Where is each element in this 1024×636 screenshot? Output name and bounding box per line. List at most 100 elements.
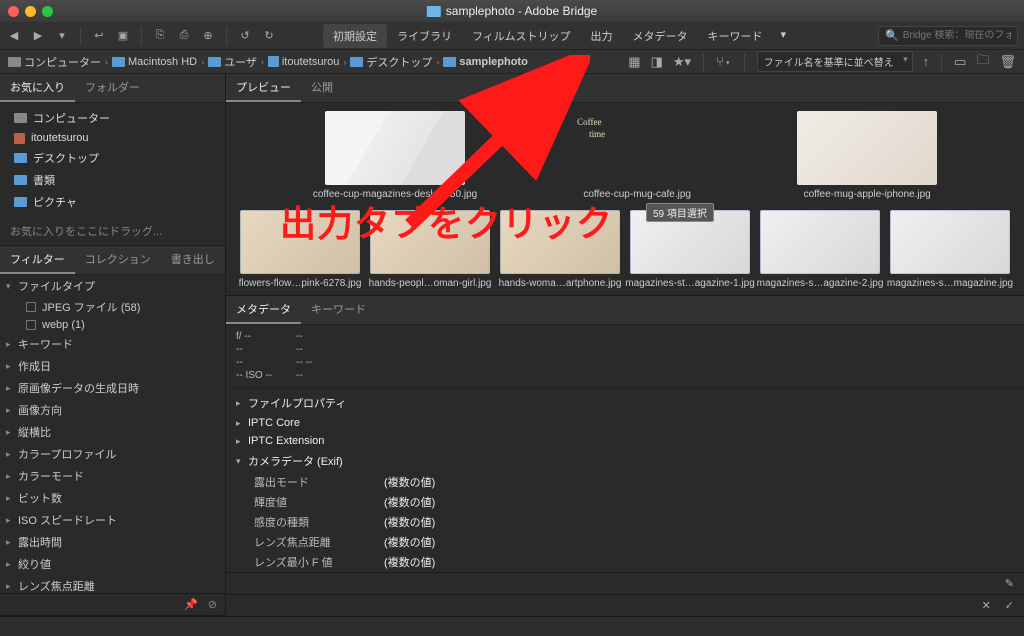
pin-icon[interactable]: 📌 xyxy=(184,598,198,611)
close-window[interactable] xyxy=(8,6,19,17)
folder-icon xyxy=(208,57,221,67)
filter-child-0-1[interactable]: webp (1) xyxy=(0,317,225,333)
search-field[interactable]: 🔍 xyxy=(878,26,1018,46)
output-icon[interactable]: ⎙ xyxy=(176,28,192,44)
thumbnail[interactable]: hands-woma…artphone.jpg xyxy=(498,210,622,289)
metadata-group-2[interactable]: ▸IPTC Extension xyxy=(226,432,1024,450)
thumbnail[interactable]: Coffeetimecoffee-cup-mug-cafe.jpg xyxy=(567,111,707,200)
zoom-window[interactable] xyxy=(42,6,53,17)
new-folder-icon[interactable]: 🗀 xyxy=(976,51,989,73)
close-icon[interactable]: ✕ xyxy=(982,599,991,612)
workspace-tab-0[interactable]: 初期設定 xyxy=(323,24,387,48)
rotate-ccw-icon[interactable]: ↺ xyxy=(237,28,253,44)
workspace-tab-5[interactable]: キーワード xyxy=(698,24,773,48)
filter-group-7[interactable]: ▸カラーモード xyxy=(0,465,225,487)
breadcrumb-seg-0[interactable]: コンピューター xyxy=(8,54,101,70)
breadcrumb-seg-3[interactable]: itoutetsurou xyxy=(268,56,339,68)
status-bar xyxy=(0,616,1024,636)
minimize-window[interactable] xyxy=(25,6,36,17)
metadata-row: レンズ最小 F 値(複数の値) xyxy=(226,552,1024,572)
thumbnail[interactable]: flowers-flow…pink-6278.jpg xyxy=(238,210,362,289)
breadcrumb-seg-2[interactable]: ユーザ xyxy=(208,54,257,70)
thumbnail[interactable]: coffee-cup-magazines-desk-6350.jpg xyxy=(313,111,477,200)
thumbnail-grid[interactable]: coffee-cup-magazines-desk-6350.jpg Coffee… xyxy=(226,103,1024,295)
thumbnail-name: coffee-mug-apple-iphone.jpg xyxy=(804,189,931,200)
filter-group-0[interactable]: ▾ファイルタイプ xyxy=(0,275,225,297)
filter-tab-2[interactable]: 書き出し xyxy=(161,246,225,274)
favorites-item-label: 書類 xyxy=(33,172,55,188)
metadata-group-0[interactable]: ▸ファイルプロパティ xyxy=(226,392,1024,414)
workspace-more-icon[interactable]: ▾ xyxy=(773,24,795,48)
breadcrumb-seg-5[interactable]: samplephoto xyxy=(443,56,527,68)
trash-icon[interactable]: 🗑 xyxy=(999,54,1016,70)
filter-group-5[interactable]: ▸縦横比 xyxy=(0,421,225,443)
favorites-item-3[interactable]: 書類 xyxy=(0,169,225,191)
metadata-tab-0[interactable]: メタデータ xyxy=(226,296,301,324)
filter-group-label: 絞り値 xyxy=(18,556,51,572)
breadcrumb-seg-1[interactable]: Macintosh HD xyxy=(112,56,197,68)
rating-filter-icon[interactable]: ★▾ xyxy=(673,54,691,70)
globe-icon[interactable]: ⊕ xyxy=(200,28,216,44)
filter-group-11[interactable]: ▸絞り値 xyxy=(0,553,225,575)
favorites-item-0[interactable]: コンピューター xyxy=(0,107,225,129)
filter-group-1[interactable]: ▸キーワード xyxy=(0,333,225,355)
nav-forward-icon[interactable]: ▶ xyxy=(30,28,46,44)
thumbnail-size-icon[interactable]: ◨ xyxy=(651,54,663,70)
filter-child-0-0[interactable]: JPEG ファイル (58) xyxy=(0,297,225,317)
filter-tab-1[interactable]: コレクション xyxy=(75,246,161,274)
filter-group-8[interactable]: ▸ビット数 xyxy=(0,487,225,509)
metadata-group-label: カメラデータ (Exif) xyxy=(248,453,343,469)
thumbnail[interactable]: hands-peopl…oman-girl.jpg xyxy=(368,210,492,289)
metadata-tab-1[interactable]: キーワード xyxy=(301,296,376,324)
edit-icon[interactable]: ✎ xyxy=(1005,577,1014,590)
favorites-item-1[interactable]: itoutetsurou xyxy=(0,129,225,147)
funnel-icon[interactable]: ⑂▾ xyxy=(716,54,732,69)
workspace-tab-4[interactable]: メタデータ xyxy=(623,24,698,48)
filter-group-9[interactable]: ▸ISO スピードレート xyxy=(0,509,225,531)
breadcrumb-label: itoutetsurou xyxy=(282,56,339,68)
thumbnail[interactable]: magazines-s…agazine-2.jpg xyxy=(758,210,882,289)
content-tab-1[interactable]: 公開 xyxy=(301,74,343,102)
workspace-tab-3[interactable]: 出力 xyxy=(581,24,623,48)
filter-group-4[interactable]: ▸画像方向 xyxy=(0,399,225,421)
thumbnail-name: magazines-st…agazine-1.jpg xyxy=(625,278,755,289)
metadata-group-1[interactable]: ▸IPTC Core xyxy=(226,414,1024,432)
apply-icon[interactable]: ✓ xyxy=(1005,599,1014,612)
breadcrumb-label: samplephoto xyxy=(459,56,527,68)
filter-group-6[interactable]: ▸カラープロファイル xyxy=(0,443,225,465)
thumbnail[interactable]: coffee-mug-apple-iphone.jpg xyxy=(797,111,937,200)
checkbox-icon[interactable] xyxy=(26,320,36,330)
favorites-tab-1[interactable]: フォルダー xyxy=(75,74,150,102)
search-input[interactable] xyxy=(903,30,1011,41)
workspace-tab-2[interactable]: フィルムストリップ xyxy=(462,24,581,48)
disclosure-icon: ▸ xyxy=(6,383,14,394)
batch-icon[interactable]: ⎘ xyxy=(152,28,168,44)
open-recent-icon[interactable]: ▭ xyxy=(954,54,966,70)
checkbox-icon[interactable] xyxy=(26,302,36,312)
filter-group-label: ビット数 xyxy=(18,490,62,506)
camera-icon[interactable]: ▣ xyxy=(115,28,131,44)
metadata-value: (複数の値) xyxy=(384,554,435,570)
nav-recent-icon[interactable]: ▾ xyxy=(54,28,70,44)
filter-group-2[interactable]: ▸作成日 xyxy=(0,355,225,377)
grid-view-icon[interactable]: ▦ xyxy=(628,54,640,70)
filter-group-3[interactable]: ▸原画像データの生成日時 xyxy=(0,377,225,399)
filter-group-10[interactable]: ▸露出時間 xyxy=(0,531,225,553)
boomerang-icon[interactable]: ↩︎ xyxy=(91,28,107,44)
metadata-group-3[interactable]: ▾カメラデータ (Exif) xyxy=(226,450,1024,472)
content-tab-0[interactable]: プレビュー xyxy=(226,74,301,102)
nav-back-icon[interactable]: ◀ xyxy=(6,28,22,44)
favorites-item-2[interactable]: デスクトップ xyxy=(0,147,225,169)
favorites-tab-0[interactable]: お気に入り xyxy=(0,74,75,102)
filter-group-12[interactable]: ▸レンズ焦点距離 xyxy=(0,575,225,593)
filter-group-label: ISO スピードレート xyxy=(18,512,117,528)
cancel-icon[interactable]: ⊘ xyxy=(208,598,217,611)
workspace-tab-1[interactable]: ライブラリ xyxy=(387,24,462,48)
breadcrumb-seg-4[interactable]: デスクトップ xyxy=(350,54,432,70)
sort-asc-icon[interactable]: ↑ xyxy=(923,54,930,69)
favorites-item-4[interactable]: ピクチャ xyxy=(0,191,225,213)
sort-dropdown[interactable]: ファイル名を基準に並べ替え xyxy=(757,51,913,72)
filter-tab-0[interactable]: フィルター xyxy=(0,246,75,274)
thumbnail[interactable]: magazines-s…magazine.jpg xyxy=(888,210,1012,289)
rotate-cw-icon[interactable]: ↻ xyxy=(261,28,277,44)
